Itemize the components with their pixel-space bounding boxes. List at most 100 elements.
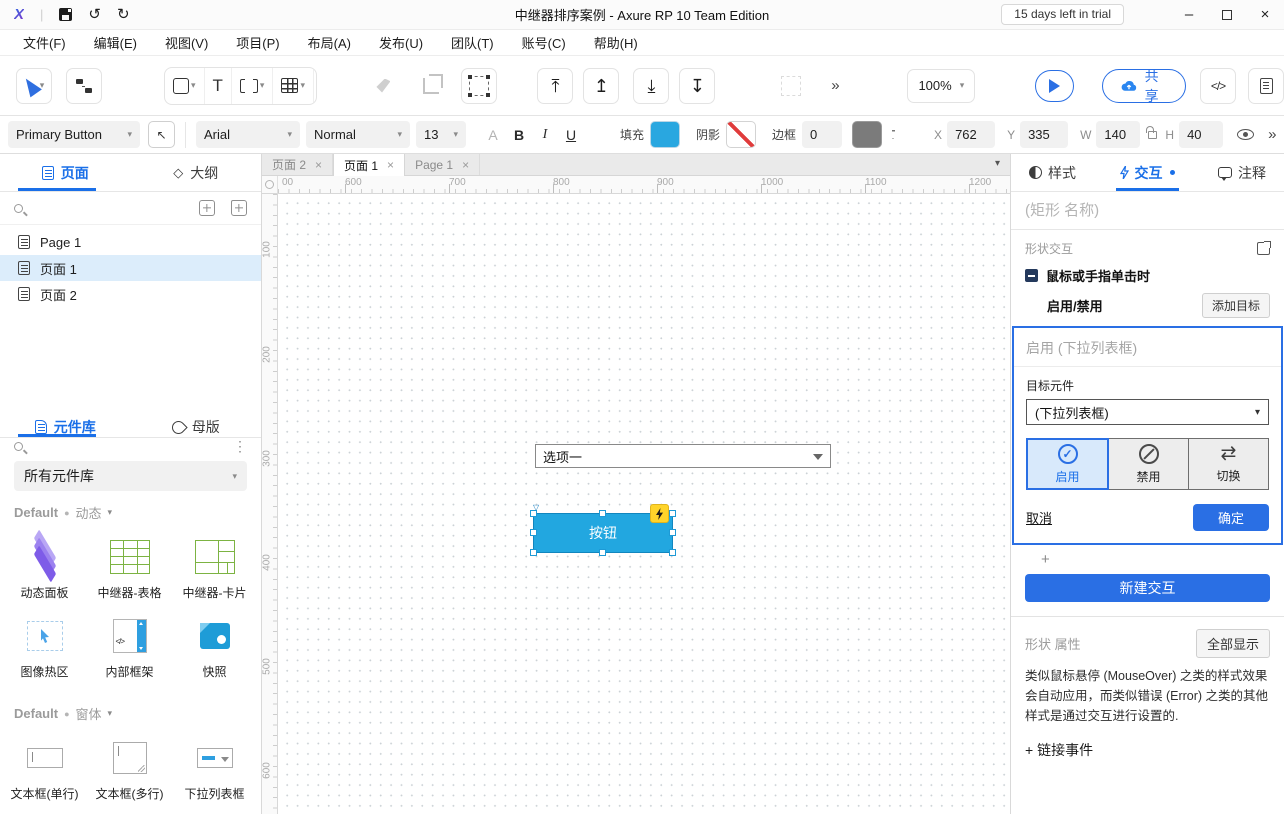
menu-account[interactable]: 账号(C) xyxy=(513,31,575,54)
maximize-button[interactable] xyxy=(1208,1,1246,29)
x-input[interactable]: 762 xyxy=(947,121,995,148)
widget-dynamic-panel[interactable]: 动态面板 xyxy=(2,528,87,607)
text-tool-button[interactable]: T xyxy=(204,68,231,104)
close-tab-icon[interactable]: × xyxy=(462,158,469,172)
rectangle-tool-button[interactable]: ▾ xyxy=(165,68,204,104)
selection-handle[interactable] xyxy=(669,529,676,536)
fill-color-swatch[interactable] xyxy=(650,121,680,148)
library-filter-select[interactable]: 所有元件库 ▾ xyxy=(14,461,247,491)
save-icon[interactable] xyxy=(59,8,72,21)
tab-interaction[interactable]: 交互 xyxy=(1116,154,1179,191)
stylebar-overflow-icon[interactable]: » xyxy=(1268,126,1276,143)
send-to-back-button[interactable]: ↧ xyxy=(679,68,715,104)
aspect-lock-icon[interactable] xyxy=(1148,131,1157,139)
bold-button[interactable]: B xyxy=(506,127,532,143)
italic-button[interactable]: I xyxy=(532,127,558,143)
add-folder-button[interactable] xyxy=(231,200,247,216)
widget-name-input[interactable] xyxy=(1025,202,1270,219)
widget-snapshot[interactable]: 快照 xyxy=(172,607,257,686)
add-page-button[interactable] xyxy=(199,200,215,216)
search-icon[interactable] xyxy=(14,204,23,213)
tab-masters[interactable]: 母版 xyxy=(131,417,262,437)
minimize-button[interactable]: – xyxy=(1170,1,1208,29)
font-family-select[interactable]: Arial ▾ xyxy=(196,121,300,148)
border-width-input[interactable]: 0 xyxy=(802,121,842,148)
page-row[interactable]: 页面 2 xyxy=(0,281,261,307)
menu-help[interactable]: 帮助(H) xyxy=(585,31,647,54)
tab-style[interactable]: 样式 xyxy=(1025,154,1080,191)
send-backward-button[interactable]: ⤓ xyxy=(633,68,669,104)
transform-points-button[interactable] xyxy=(461,68,497,104)
widget-droplist[interactable]: 下拉列表框 xyxy=(172,729,257,808)
widget-repeater-card[interactable]: 中继器-卡片 xyxy=(172,528,257,607)
page-row-selected[interactable]: 页面 1 xyxy=(0,255,261,281)
kebab-menu-icon[interactable]: ⋮ xyxy=(233,438,247,455)
cancel-link[interactable]: 取消 xyxy=(1026,508,1052,527)
add-target-button[interactable]: 添加目标 xyxy=(1202,293,1270,318)
shadow-swatch[interactable] xyxy=(726,121,756,148)
menu-project[interactable]: 项目(P) xyxy=(227,31,288,54)
widget-textfield-single[interactable]: 文本框(单行) xyxy=(2,729,87,808)
selection-handle[interactable] xyxy=(599,510,606,517)
tab-library[interactable]: 元件库 xyxy=(0,417,131,437)
menu-publish[interactable]: 发布(U) xyxy=(370,31,432,54)
inspect-code-button[interactable]: </> xyxy=(1200,68,1236,104)
interaction-badge[interactable] xyxy=(650,504,669,523)
widget-radio[interactable]: 单选按钮 xyxy=(172,808,257,814)
selection-handle[interactable] xyxy=(669,549,676,556)
close-tab-icon[interactable]: × xyxy=(387,158,394,172)
style-picker-button[interactable]: ↖ xyxy=(148,121,175,148)
menu-arrange[interactable]: 布局(A) xyxy=(299,31,360,54)
share-button[interactable]: 共享 xyxy=(1102,69,1186,103)
table-tool-button[interactable]: ▾ xyxy=(272,68,313,104)
menu-view[interactable]: 视图(V) xyxy=(156,31,217,54)
widget-repeater-table[interactable]: 中继器-表格 xyxy=(87,528,172,607)
add-action-plus[interactable]: + xyxy=(1011,545,1284,572)
event-row[interactable]: 鼠标或手指单击时 xyxy=(1011,263,1284,291)
canvas-button-widget-selected[interactable]: 按钮 ▽ xyxy=(533,513,673,553)
bring-forward-button[interactable]: ⤒ xyxy=(537,68,573,104)
border-color-swatch[interactable] xyxy=(852,121,882,148)
search-icon[interactable] xyxy=(14,442,23,451)
library-section-forms[interactable]: Default ● 窗体 ▾ xyxy=(0,686,261,725)
close-tab-icon[interactable]: × xyxy=(315,158,322,172)
font-size-select[interactable]: 13 ▾ xyxy=(416,121,466,148)
option-toggle[interactable]: ⇄ 切换 xyxy=(1188,438,1269,490)
design-canvas[interactable]: 选项一 按钮 xyxy=(278,194,1010,814)
pen-tool-button[interactable] xyxy=(313,68,317,104)
connector-tool-button[interactable] xyxy=(66,68,102,104)
option-disable[interactable]: 禁用 xyxy=(1108,438,1189,490)
new-interaction-button[interactable]: 新建交互 xyxy=(1025,574,1270,602)
show-all-button[interactable]: 全部显示 xyxy=(1196,629,1270,658)
menu-team[interactable]: 团队(T) xyxy=(442,31,503,54)
tab-pages[interactable]: 页面 xyxy=(0,154,131,191)
target-widget-select[interactable]: (下拉列表框) ▾ xyxy=(1026,399,1269,425)
tab-notes[interactable]: 注释 xyxy=(1214,154,1270,191)
bring-to-front-button[interactable]: ↥ xyxy=(583,68,619,104)
selection-handle[interactable] xyxy=(599,549,606,556)
undo-icon[interactable]: ↺ xyxy=(88,7,101,22)
notes-doc-button[interactable] xyxy=(1248,68,1284,104)
external-link-icon[interactable] xyxy=(1257,242,1270,255)
font-weight-select[interactable]: Normal ▾ xyxy=(306,121,410,148)
close-button[interactable]: × xyxy=(1246,1,1284,29)
menu-edit[interactable]: 编辑(E) xyxy=(85,31,146,54)
tab-list-chevron-icon[interactable]: ▾ xyxy=(995,158,1000,169)
toolbar-overflow-button[interactable]: » xyxy=(817,68,853,104)
border-style-icon[interactable] xyxy=(892,130,908,139)
widget-checkbox[interactable]: ✓ 复选框 xyxy=(87,808,172,814)
style-preset-select[interactable]: Primary Button ▾ xyxy=(8,121,140,148)
underline-button[interactable]: U xyxy=(558,127,584,143)
widget-textarea[interactable]: 文本框(多行) xyxy=(87,729,172,808)
h-input[interactable]: 40 xyxy=(1179,121,1223,148)
select-tool-button[interactable]: ▾ xyxy=(16,68,52,104)
widget-hotspot[interactable]: 图像热区 xyxy=(2,607,87,686)
placeholder-tool-button[interactable]: ▾ xyxy=(231,68,273,104)
preview-button[interactable] xyxy=(1035,70,1073,102)
selection-handle[interactable] xyxy=(530,529,537,536)
widget-listbox[interactable]: 列表选择框 xyxy=(2,808,87,814)
zoom-select[interactable]: 100% ▾ xyxy=(907,69,975,103)
library-section-dynamic[interactable]: Default ● 动态 ▾ xyxy=(0,491,261,524)
redo-icon[interactable]: ↻ xyxy=(117,7,130,22)
selection-handle[interactable] xyxy=(669,510,676,517)
